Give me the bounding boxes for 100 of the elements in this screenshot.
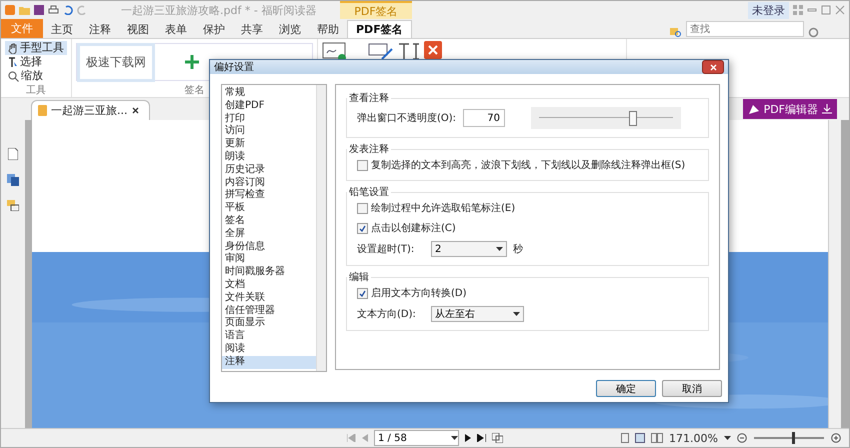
- category-item[interactable]: 历史记录: [222, 164, 316, 177]
- magnifier-icon: [8, 70, 19, 82]
- maximize-icon: [821, 5, 831, 15]
- search-field[interactable]: 查找: [686, 21, 804, 37]
- login-status[interactable]: 未登录: [748, 2, 789, 18]
- last-page-icon: [477, 434, 486, 442]
- category-item[interactable]: 语言: [222, 330, 316, 343]
- group-title: 铅笔设置: [348, 186, 390, 199]
- opacity-field[interactable]: 70: [463, 109, 505, 127]
- copy-pages-icon: [492, 433, 503, 443]
- tool-button[interactable]: 缩放: [5, 69, 67, 83]
- dropdown[interactable]: 2: [431, 241, 507, 257]
- next-page-icon: [465, 434, 471, 442]
- ribbon-tab[interactable]: 帮助: [309, 20, 347, 38]
- check-icon: [359, 224, 366, 232]
- window-title: 一起游三亚旅游攻略.pdf * - 福昕阅读器: [121, 2, 316, 18]
- download-icon: [822, 104, 832, 114]
- category-item[interactable]: 签名: [222, 214, 316, 228]
- unit-label: 秒: [513, 242, 523, 256]
- checkbox[interactable]: [357, 222, 368, 234]
- document-tab[interactable]: 一起游三亚旅...: [31, 100, 150, 120]
- group-title: 查看注释: [348, 92, 390, 105]
- gear-icon: [808, 27, 819, 38]
- zoom-level[interactable]: 171.00%: [669, 432, 718, 444]
- context-tab-label: PDF签名: [340, 1, 412, 19]
- category-item[interactable]: 全屏: [222, 228, 316, 241]
- print-icon: [48, 5, 59, 15]
- ribbon-tab[interactable]: 共享: [233, 20, 271, 38]
- comments-icon: [7, 200, 19, 211]
- continuous-page-icon: [635, 433, 646, 443]
- dialog-title: 偏好设置: [214, 60, 254, 74]
- category-item[interactable]: 更新: [222, 138, 316, 151]
- caret-icon: [724, 436, 731, 440]
- ribbon-tab[interactable]: PDF签名: [347, 20, 412, 38]
- category-item[interactable]: 页面显示: [222, 317, 316, 330]
- close-icon: [710, 64, 716, 70]
- ribbon-tab[interactable]: 视图: [119, 20, 157, 38]
- slider-thumb[interactable]: [792, 432, 795, 444]
- category-item[interactable]: 朗读: [222, 150, 316, 164]
- scrollbar[interactable]: [316, 85, 326, 371]
- undo-icon: [63, 5, 73, 15]
- category-item[interactable]: 审阅: [222, 253, 316, 266]
- category-item[interactable]: 常规: [222, 87, 316, 100]
- previous-page-icon: [362, 434, 368, 442]
- category-item[interactable]: 打印: [222, 112, 316, 126]
- field-label: 弹出窗口不透明度(O):: [357, 112, 457, 125]
- ribbon-tab[interactable]: 浏览: [271, 20, 309, 38]
- layers-icon: [7, 174, 19, 186]
- plus-icon: [185, 55, 199, 69]
- ribbon-tab[interactable]: 注释: [81, 20, 119, 38]
- close-icon: [835, 5, 845, 15]
- checkbox-option[interactable]: 点击以创建标注(C): [357, 221, 700, 235]
- caret-icon: [513, 312, 520, 316]
- category-item[interactable]: 时间戳服务器: [222, 266, 316, 279]
- checkbox[interactable]: [357, 202, 368, 214]
- checkbox[interactable]: [357, 160, 368, 170]
- group-title: 发表注释: [348, 142, 390, 156]
- category-item[interactable]: 阅读: [222, 342, 316, 356]
- group-label: 签名: [184, 84, 204, 97]
- dropdown[interactable]: 从左至右: [431, 306, 524, 322]
- category-item[interactable]: 创建PDF: [222, 100, 316, 113]
- checkbox-option[interactable]: 复制选择的文本到高亮，波浪下划线，下划线以及删除线注释弹出框(S): [357, 158, 700, 172]
- text-cursor-icon: [398, 41, 420, 61]
- group-title: 编辑: [348, 270, 370, 284]
- category-item[interactable]: 注释: [222, 356, 316, 369]
- page-number-field[interactable]: 1 / 58: [374, 430, 459, 446]
- ribbon-tab[interactable]: 表单: [157, 20, 195, 38]
- category-item[interactable]: 文档: [222, 278, 316, 292]
- checkbox-option[interactable]: 绘制过程中允许选取铅笔标注(E): [357, 201, 700, 215]
- ok-button[interactable]: 确定: [596, 380, 656, 397]
- pdf-file-icon: [38, 105, 47, 116]
- pdf-editor-button[interactable]: PDF编辑器: [742, 99, 837, 119]
- first-page-icon: [347, 434, 356, 442]
- cancel-button[interactable]: 取消: [662, 380, 722, 397]
- checkbox[interactable]: [357, 288, 368, 298]
- ribbon-tab[interactable]: 保护: [195, 20, 233, 38]
- category-item[interactable]: 文件关联: [222, 292, 316, 305]
- slider-thumb[interactable]: [628, 111, 637, 126]
- zoom-slider[interactable]: [753, 432, 825, 444]
- signature-sample[interactable]: 极速下载网: [77, 42, 155, 82]
- close-button[interactable]: [702, 60, 724, 74]
- page-icon: [8, 148, 18, 160]
- redo-icon: [77, 5, 87, 15]
- category-item[interactable]: 内容订阅: [222, 176, 316, 190]
- cursor-icon: [8, 56, 18, 68]
- field-label: 文本方向(D):: [357, 308, 417, 321]
- ribbon-tab[interactable]: 主页: [43, 20, 81, 38]
- two-page-icon: [651, 433, 664, 443]
- checkbox-option[interactable]: 启用文本方向转换(D): [357, 286, 700, 300]
- app-logo-icon: [5, 5, 15, 15]
- category-item[interactable]: 平板: [222, 202, 316, 215]
- tool-button[interactable]: 手型工具: [5, 41, 67, 55]
- category-item[interactable]: 身份信息: [222, 240, 316, 254]
- tool-button[interactable]: 选择: [5, 55, 67, 69]
- category-item[interactable]: 访问: [222, 125, 316, 138]
- category-item[interactable]: 拼写检查: [222, 189, 316, 202]
- category-item[interactable]: 信任管理器: [222, 304, 316, 318]
- hand-icon: [8, 42, 18, 54]
- scrollbar[interactable]: [828, 120, 841, 428]
- opacity-slider[interactable]: [531, 107, 681, 129]
